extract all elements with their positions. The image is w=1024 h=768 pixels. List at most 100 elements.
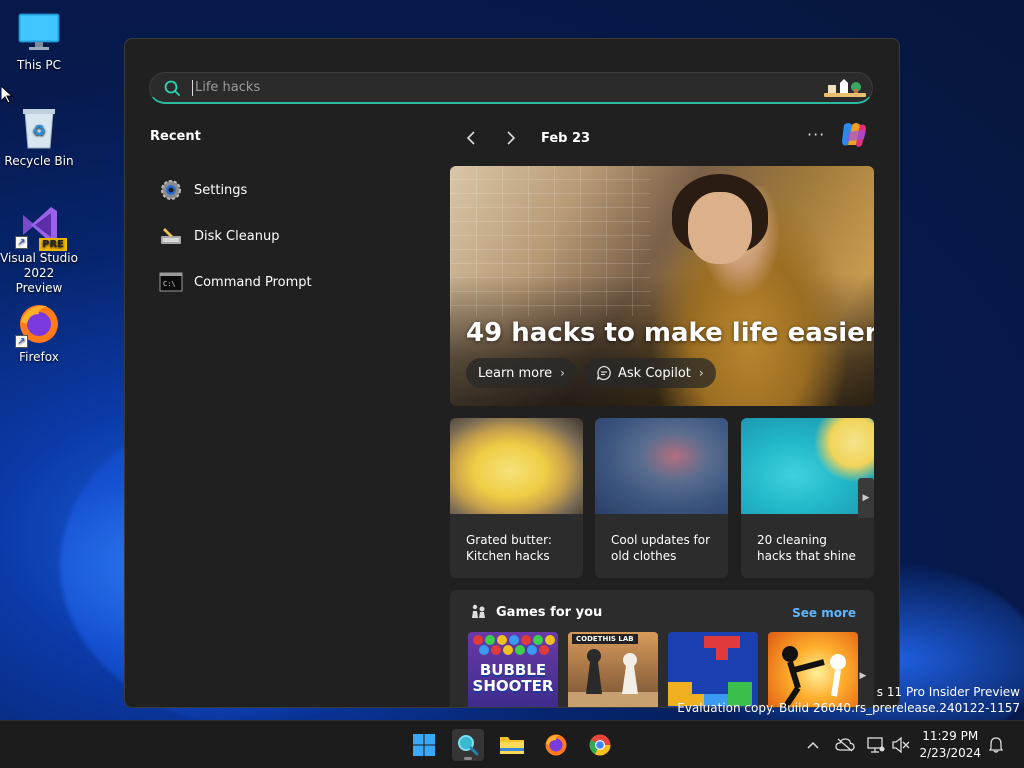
- onedrive-button[interactable]: [835, 735, 855, 755]
- notifications-button[interactable]: [986, 735, 1006, 755]
- game-tile[interactable]: CODETHIS LAB: [568, 632, 658, 707]
- search-input[interactable]: [192, 79, 822, 96]
- article-title: 20 cleaning hacks that shine: [757, 533, 856, 563]
- shortcut-arrow-icon: ↗: [15, 236, 28, 249]
- play-arrow-icon: ▶: [862, 493, 870, 503]
- see-more-link[interactable]: See more: [792, 606, 856, 620]
- taskbar-search-button[interactable]: [452, 729, 484, 761]
- feed-nav-row: Feb 23 ···: [461, 123, 877, 149]
- clock-time: 11:29 PM: [922, 729, 979, 743]
- article-image: [450, 418, 583, 514]
- search-highlight-illustration-icon: [824, 78, 866, 97]
- article-title: Grated butter: Kitchen hacks: [466, 533, 552, 563]
- chess-pieces-icon: [472, 604, 485, 618]
- search-box[interactable]: [149, 72, 873, 104]
- hero-card[interactable]: 49 hacks to make life easier Learn more …: [450, 166, 874, 406]
- settings-gear-icon: [159, 178, 183, 202]
- active-indicator: [464, 757, 472, 760]
- taskbar-file-explorer[interactable]: [496, 729, 528, 761]
- svg-text:♻: ♻: [32, 121, 46, 140]
- taskbar-clock[interactable]: 11:29 PM 2/23/2024: [919, 728, 981, 762]
- feed-date: Feb 23: [541, 130, 591, 146]
- clock-date: 2/23/2024: [919, 746, 981, 760]
- mouse-cursor-icon: [1, 86, 13, 104]
- article-card[interactable]: Cool updates for old clothes: [595, 418, 728, 578]
- games-section: Games for you See more BUBBLE SHOOTER CO…: [450, 590, 874, 707]
- hero-image-detail: [688, 192, 752, 264]
- volume-muted-icon: [892, 737, 910, 753]
- volume-button[interactable]: [891, 735, 911, 755]
- command-prompt-icon: C:\: [159, 270, 183, 294]
- svg-text:C:\: C:\: [163, 280, 176, 288]
- start-icon: [413, 734, 435, 756]
- firefox-icon: [545, 734, 567, 756]
- game-tile[interactable]: [668, 632, 758, 707]
- chess-art: [568, 649, 658, 707]
- taskbar-chrome[interactable]: [584, 729, 616, 761]
- desktop-icon-label: Recycle Bin: [4, 154, 74, 168]
- recent-item-disk-cleanup[interactable]: Disk Cleanup: [159, 213, 419, 259]
- article-cards: Grated butter: Kitchen hacks Cool update…: [450, 418, 874, 578]
- recent-item-command-prompt[interactable]: C:\ Command Prompt: [159, 259, 419, 305]
- hero-image-background: [450, 166, 650, 316]
- bell-icon: [989, 737, 1003, 753]
- previous-button[interactable]: [461, 128, 481, 148]
- preview-badge: PRE: [39, 238, 67, 251]
- recycle-bin-icon: ♻: [17, 106, 61, 150]
- chevron-right-icon: [507, 131, 516, 145]
- desktop-icon-this-pc[interactable]: This PC: [0, 10, 78, 73]
- desktop-icon-label: Visual Studio 2022 Preview: [0, 251, 78, 295]
- article-card[interactable]: Grated butter: Kitchen hacks: [450, 418, 583, 578]
- block-puzzle-art: [668, 636, 752, 706]
- recent-item-settings[interactable]: Settings: [159, 167, 419, 213]
- network-button[interactable]: [866, 735, 886, 755]
- taskbar: 11:29 PM 2/23/2024: [0, 720, 1024, 768]
- chevron-up-icon: [807, 741, 819, 749]
- taskbar-firefox[interactable]: [540, 729, 572, 761]
- stickman-fight-art: [781, 646, 846, 707]
- desktop-icon-label: Firefox: [19, 350, 59, 364]
- network-icon: [867, 737, 885, 753]
- article-title: Cool updates for old clothes: [611, 533, 711, 563]
- start-button[interactable]: [408, 729, 440, 761]
- article-card[interactable]: 20 cleaning hacks that shine: [741, 418, 874, 578]
- game-tile[interactable]: [768, 632, 858, 707]
- chevron-right-icon: ›: [560, 366, 565, 380]
- cloud-offline-icon: [835, 738, 855, 752]
- ask-copilot-label: Ask Copilot: [618, 365, 691, 381]
- recent-item-label: Disk Cleanup: [194, 228, 280, 244]
- copilot-icon[interactable]: [838, 119, 870, 151]
- search-icon: [164, 80, 180, 96]
- hero-title: 49 hacks to make life easier: [466, 318, 874, 348]
- visual-studio-icon: PRE ↗: [15, 203, 67, 251]
- ask-copilot-button[interactable]: Ask Copilot ›: [584, 358, 716, 388]
- article-image: [741, 418, 874, 514]
- desktop-icon-recycle-bin[interactable]: ♻ Recycle Bin: [0, 106, 78, 169]
- recent-heading: Recent: [150, 129, 201, 144]
- disk-cleanup-icon: [159, 224, 183, 248]
- chrome-icon: [589, 734, 611, 756]
- desktop-icon-firefox[interactable]: ↗ Firefox: [0, 302, 78, 365]
- chevron-left-icon: [466, 131, 475, 145]
- recent-item-label: Command Prompt: [194, 274, 312, 290]
- desktop-icon-visual-studio[interactable]: PRE ↗ Visual Studio 2022 Preview: [0, 203, 78, 296]
- article-image: [595, 418, 728, 514]
- search-icon: [458, 735, 479, 756]
- games-title: Games for you: [496, 604, 603, 620]
- more-options-button[interactable]: ···: [807, 125, 825, 144]
- monitor-icon: [17, 10, 61, 54]
- next-button[interactable]: [501, 128, 521, 148]
- scroll-right-button[interactable]: ▶: [858, 478, 874, 518]
- scroll-right-button[interactable]: ▶: [856, 662, 870, 690]
- watermark-build: Evaluation copy. Build 26040.rs_prerelea…: [677, 701, 1020, 715]
- recent-item-label: Settings: [194, 182, 248, 198]
- file-explorer-icon: [500, 737, 524, 754]
- search-flyout: Recent Settings Disk Cleanup: [124, 38, 900, 708]
- chat-bubble-icon: [596, 365, 611, 381]
- learn-more-button[interactable]: Learn more ›: [466, 358, 577, 388]
- game-tile[interactable]: BUBBLE SHOOTER: [468, 632, 558, 707]
- desktop-icon-label: This PC: [17, 58, 61, 72]
- recent-list: Settings Disk Cleanup C:\ Command Prompt: [159, 167, 419, 305]
- show-hidden-icons-button[interactable]: [803, 735, 823, 755]
- game-title: BUBBLE SHOOTER: [472, 661, 554, 695]
